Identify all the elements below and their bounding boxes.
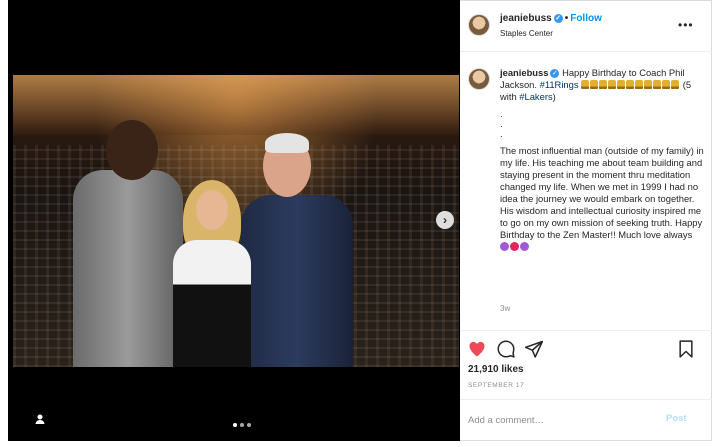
carousel-indicator: [233, 423, 251, 427]
person-center-body: [173, 240, 251, 367]
caption-body: The most influential man (outside of my …: [500, 145, 704, 253]
header-separator: •: [564, 13, 569, 24]
avatar[interactable]: [468, 14, 490, 36]
caption-body-text: The most influential man (outside of my …: [500, 145, 704, 240]
caption-text: jeaniebuss ✓ Happy Birthday to Coach Phil…: [500, 67, 704, 253]
trophy-icon: [635, 80, 644, 89]
caption-avatar[interactable]: [468, 68, 490, 90]
trophy-icon: [599, 80, 608, 89]
follow-button[interactable]: Follow: [570, 13, 602, 24]
person-left-head: [106, 120, 158, 180]
person-right-body: [241, 195, 353, 367]
tagged-user-icon[interactable]: [34, 413, 46, 425]
trophy-icon: [662, 80, 671, 89]
caption-dot: .: [500, 118, 503, 129]
post-comment-button[interactable]: Post: [666, 413, 687, 424]
comment-bar: Post: [460, 399, 712, 441]
heart-emoji-icon: [500, 242, 509, 251]
heart-emoji-icon: [520, 242, 529, 251]
trophy-icon: [581, 80, 590, 89]
header-username[interactable]: jeaniebuss: [500, 13, 552, 24]
bookmark-icon[interactable]: [676, 339, 696, 359]
carousel-dot: [240, 423, 244, 427]
caption-dots: . . .: [500, 109, 704, 139]
post-photo[interactable]: [13, 75, 459, 367]
post-sidebar: jeaniebuss ✓ • Follow Staples Center ••• je…: [460, 0, 712, 441]
trophy-icon: [608, 80, 617, 89]
share-icon[interactable]: [524, 339, 544, 359]
heart-emoji-group: [500, 241, 530, 252]
person-left-body: [73, 170, 183, 367]
trophy-icon: [617, 80, 626, 89]
carousel-dot: [247, 423, 251, 427]
carousel-next-button[interactable]: ›: [436, 211, 454, 229]
location-link[interactable]: Staples Center: [500, 29, 553, 38]
trophy-icon: [653, 80, 662, 89]
heart-emoji-icon: [510, 242, 519, 251]
comment-icon[interactable]: [496, 339, 516, 359]
carousel-dot: [233, 423, 237, 427]
hashtag-11rings[interactable]: #11Rings: [540, 79, 579, 90]
person-right-hair: [265, 133, 309, 153]
arena-ceiling: [13, 75, 459, 135]
heart-icon[interactable]: [467, 339, 487, 359]
likes-count[interactable]: 21,910 likes: [468, 364, 524, 375]
caption-section: jeaniebuss ✓ Happy Birthday to Coach Phil…: [460, 52, 712, 340]
caption-username[interactable]: jeaniebuss: [500, 67, 548, 78]
caption-dot: .: [500, 108, 503, 119]
header-username-row: jeaniebuss ✓ • Follow: [500, 13, 602, 24]
trophy-icon: [626, 80, 635, 89]
caption-dot: .: [500, 128, 503, 139]
verified-badge-icon: ✓: [550, 69, 560, 79]
post-media[interactable]: ›: [8, 0, 460, 441]
caption-count-close: ): [552, 91, 556, 102]
trophy-icon: [644, 80, 653, 89]
verified-badge-icon: ✓: [553, 13, 563, 23]
person-center-face: [196, 190, 228, 230]
caption-timestamp: 3w: [500, 304, 511, 313]
more-options-icon[interactable]: •••: [678, 18, 694, 32]
trophy-emoji-group: [581, 79, 680, 90]
hashtag-lakers[interactable]: #Lakers: [519, 91, 552, 102]
trophy-icon: [671, 80, 680, 89]
trophy-icon: [590, 80, 599, 89]
post-date: SEPTEMBER 17: [468, 382, 525, 389]
comment-input[interactable]: [468, 412, 658, 428]
post-header: jeaniebuss ✓ • Follow Staples Center •••: [460, 0, 712, 52]
